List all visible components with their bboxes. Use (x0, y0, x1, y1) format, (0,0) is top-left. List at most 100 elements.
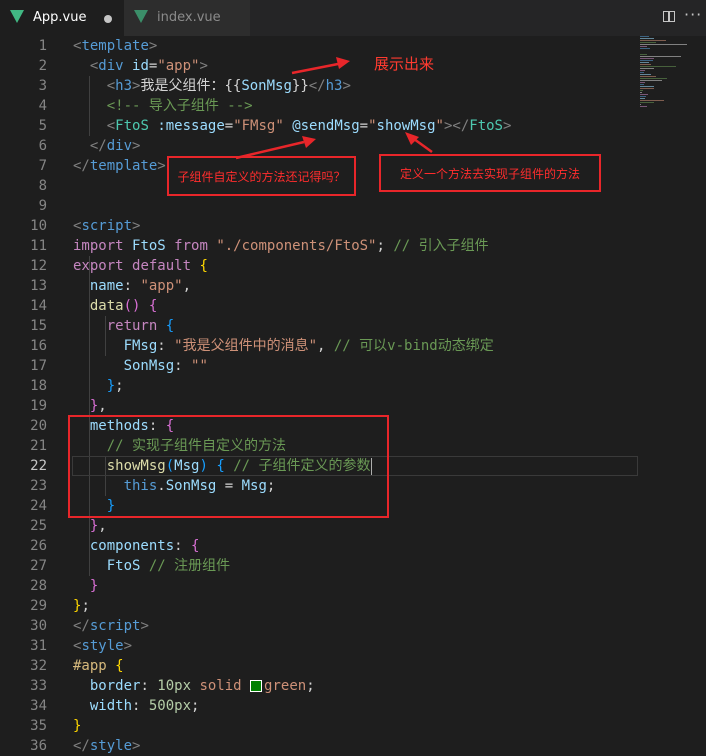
line-number: 27 (30, 558, 47, 574)
code-token: template (89, 158, 158, 174)
code-text: }, (73, 396, 107, 416)
line-number: 30 (30, 618, 47, 634)
code-line[interactable]: 26 components: { (0, 536, 640, 556)
line-number: 20 (30, 418, 47, 434)
code-text: <style> (73, 636, 132, 656)
minimap-line (640, 44, 687, 45)
code-text: #app { (73, 656, 124, 676)
code-line[interactable]: 18 }; (0, 376, 640, 396)
code-token: style (89, 738, 133, 754)
code-line[interactable]: 10 <script> (0, 216, 640, 236)
tab-index-vue[interactable]: index.vue (124, 0, 250, 36)
code-token: showMsg (376, 118, 436, 134)
code-token: 500px (148, 698, 192, 714)
code-token: #app (73, 658, 107, 674)
code-token: name (89, 278, 124, 294)
color-swatch-icon[interactable] (250, 680, 263, 692)
split-editor-icon[interactable] (663, 11, 675, 22)
code-line[interactable]: 6 </div> (0, 136, 640, 156)
code-token: < (106, 78, 116, 94)
line-number: 28 (30, 578, 47, 594)
code-line[interactable]: 32 #app { (0, 656, 640, 676)
code-line[interactable]: 30 </script> (0, 616, 640, 636)
code-line[interactable]: 16 FMsg: "我是父组件中的消息", // 可以v-bind动态绑定 (0, 336, 640, 356)
code-editor[interactable]: 1 <template> 2 <div id="app"> 3 <h3>我是父组件：{… (0, 36, 706, 754)
more-actions-icon[interactable]: ··· (684, 5, 702, 24)
code-line[interactable]: 36 </style> (0, 736, 640, 756)
code-token: </ (73, 618, 90, 634)
line-number: 14 (30, 298, 47, 314)
code-line[interactable]: 33 border: 10px solid green; (0, 676, 640, 696)
code-line[interactable]: 35} (0, 716, 640, 736)
code-line[interactable]: 17 SonMsg: "" (0, 356, 640, 376)
code-line[interactable]: 13 name: "app", (0, 276, 640, 296)
code-line[interactable]: 2 <div id="app"> (0, 56, 640, 76)
line-number: 22 (30, 458, 47, 474)
code-token: ; (306, 678, 315, 694)
code-token: > (140, 618, 149, 634)
line-number: 32 (30, 658, 47, 674)
minimap-line (640, 86, 654, 87)
line-number: 16 (30, 338, 47, 354)
code-text: export default { (73, 256, 208, 276)
minimap-line (640, 80, 662, 81)
unsaved-dot-icon[interactable] (104, 15, 112, 23)
code-token: "app" (140, 278, 183, 294)
code-line[interactable]: 27 FtoS // 注册组件 (0, 556, 640, 576)
code-line[interactable]: 29}; (0, 596, 640, 616)
code-line[interactable]: 25 }, (0, 516, 640, 536)
minimap-line (640, 60, 653, 61)
tab-app-vue[interactable]: App.vue (0, 0, 124, 36)
code-line[interactable]: 1 <template> (0, 36, 640, 56)
code-line[interactable]: 15 return { (0, 316, 640, 336)
code-line[interactable]: 31 <style> (0, 636, 640, 656)
code-token: 10px (157, 678, 192, 694)
code-line[interactable]: 12 export default { (0, 256, 640, 276)
minimap-line (640, 94, 648, 95)
code-line[interactable]: 34 width: 500px; (0, 696, 640, 716)
line-number: 15 (30, 318, 47, 334)
code-text: </style> (73, 736, 140, 756)
minimap-line (640, 96, 646, 97)
line-number: 29 (30, 598, 47, 614)
code-token: } (106, 378, 116, 394)
line-number: 2 (38, 58, 47, 74)
code-text: <script> (73, 216, 140, 236)
code-token: () (123, 298, 141, 314)
minimap-line (640, 88, 654, 89)
code-line[interactable]: 9 (0, 196, 640, 216)
code-line[interactable]: 14 data() { (0, 296, 640, 316)
vue-file-icon (10, 10, 24, 23)
code-line[interactable]: 19 }, (0, 396, 640, 416)
minimap-line (640, 38, 654, 39)
line-number: 12 (30, 258, 47, 274)
code-line[interactable]: 11 import FtoS from "./components/FtoS"; … (0, 236, 640, 256)
methods-highlight-box (68, 415, 389, 518)
code-line[interactable]: 3 <h3>我是父组件：{{SonMsg}}</h3> (0, 76, 640, 96)
line-number: 19 (30, 398, 47, 414)
code-token: " (435, 118, 444, 134)
code-token: = (359, 118, 369, 134)
code-token: width (89, 698, 133, 714)
minimap[interactable] (640, 36, 692, 107)
code-line[interactable]: 28 } (0, 576, 640, 596)
code-line[interactable]: 5 <FtoS :message="FMsg" @sendMsg="showMs… (0, 116, 640, 136)
code-token: import (73, 238, 124, 254)
line-number: 24 (30, 498, 47, 514)
minimap-line (640, 98, 645, 99)
line-number: 36 (30, 738, 47, 754)
code-line[interactable]: 4 <!-- 导入子组件 --> (0, 96, 640, 116)
code-token: </ (89, 138, 107, 154)
